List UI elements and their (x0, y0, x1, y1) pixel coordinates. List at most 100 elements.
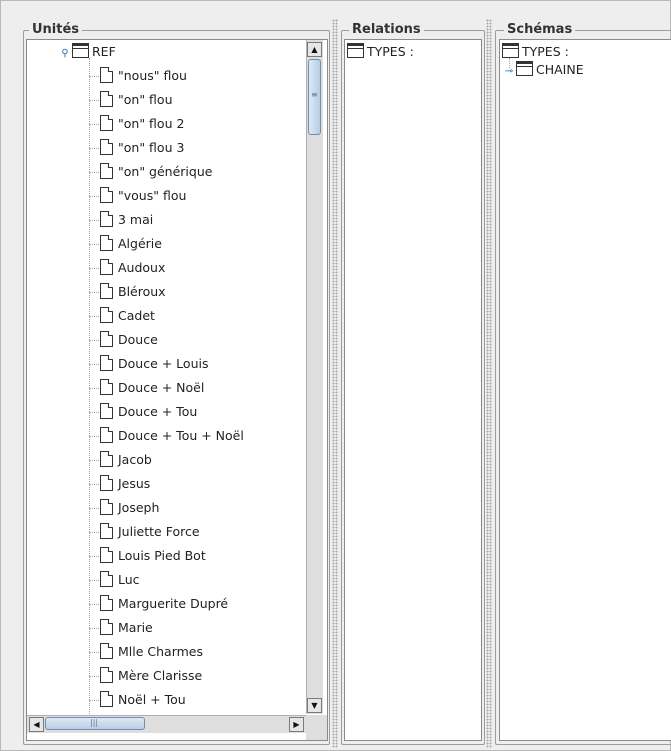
relations-root-label: TYPES : (367, 44, 414, 59)
tree-root-ref[interactable]: ⚲ REF (60, 42, 116, 62)
tree-line (89, 340, 99, 341)
relations-tree: TYPES : (345, 40, 481, 740)
tree-item[interactable]: Douce + Tou + Noël (100, 426, 244, 446)
schemas-tree: TYPES : ⊸ CHAINE (500, 40, 671, 740)
expanded-handle-icon[interactable]: ⚲ (60, 44, 70, 64)
tree-line (89, 604, 99, 605)
tree-item[interactable]: Cadet (100, 306, 155, 326)
relations-root[interactable]: TYPES : (347, 42, 414, 62)
tree-line (89, 124, 99, 125)
tree-item[interactable]: Jesus (100, 474, 150, 494)
tree-item-label: Audoux (118, 260, 166, 275)
schemas-panel: Schémas TYPES : ⊸ CHAINE (493, 1, 671, 750)
tree-item[interactable]: Algérie (100, 234, 162, 254)
tree-item-label: Algérie (118, 236, 162, 251)
document-icon (100, 475, 113, 491)
tree-item[interactable]: "on" flou 2 (100, 114, 184, 134)
tree-item-label: "on" flou 3 (118, 140, 185, 155)
units-horizontal-scrollbar[interactable]: ◀ ||| ▶ (27, 715, 306, 733)
scroll-left-button[interactable]: ◀ (29, 717, 44, 732)
tree-item-label: Douce (118, 332, 158, 347)
tree-item[interactable]: Mère Clarisse (100, 666, 202, 686)
schemas-root[interactable]: TYPES : (502, 42, 569, 62)
scroll-down-button[interactable]: ▼ (307, 698, 322, 713)
tree-line (89, 58, 90, 732)
tree-item-label: Mère Clarisse (118, 668, 203, 683)
document-icon (100, 187, 113, 203)
tree-item[interactable]: "on" flou (100, 90, 173, 110)
tree-item[interactable]: Douce + Louis (100, 354, 208, 374)
scroll-up-button[interactable]: ▲ (307, 42, 322, 57)
tree-item[interactable]: Louis Pied Bot (100, 546, 206, 566)
tree-item-label: "on" générique (118, 164, 213, 179)
tree-line (89, 148, 99, 149)
splitter-handle[interactable] (486, 19, 492, 748)
units-vertical-scrollbar[interactable]: ▲ ≡ ▼ (306, 40, 323, 714)
tree-item[interactable]: "on" flou 3 (100, 138, 184, 158)
document-icon (100, 451, 113, 467)
thumb-grip-icon: ≡ (311, 90, 318, 99)
tree-item[interactable]: Jacob (100, 450, 152, 470)
tree-item-label: Noël + Tou (118, 692, 186, 707)
tree-line (89, 412, 99, 413)
tree-item[interactable]: Douce + Noël (100, 378, 204, 398)
document-icon (100, 115, 113, 131)
schemas-tree-view[interactable]: TYPES : ⊸ CHAINE (499, 39, 671, 741)
tree-item[interactable]: "on" générique (100, 162, 212, 182)
tree-item-label: Mlle Charmes (118, 644, 204, 659)
units-panel-title: Unités (29, 22, 83, 37)
tree-line (89, 652, 99, 653)
document-icon (100, 235, 113, 251)
tree-item[interactable]: "nous" flou (100, 66, 187, 86)
document-icon (100, 427, 113, 443)
tree-line (89, 556, 99, 557)
tree-item[interactable]: Douce (100, 330, 158, 350)
tree-item[interactable]: Luc (100, 570, 140, 590)
tree-line (89, 268, 99, 269)
tree-line (89, 220, 99, 221)
tree-item[interactable]: Noël + Tou (100, 690, 186, 710)
document-icon (100, 331, 113, 347)
tree-line (89, 244, 99, 245)
folder-icon (516, 61, 533, 76)
units-tree: ⚲ REF "nous" flou "on" flou "on" flou 2 "on"… (27, 40, 327, 740)
scroll-right-button[interactable]: ▶ (289, 717, 304, 732)
tree-line (89, 628, 99, 629)
tree-item-label: "nous" flou (118, 68, 187, 83)
tree-item[interactable]: Audoux (100, 258, 165, 278)
tree-item[interactable]: Marguerite Dupré (100, 594, 228, 614)
tree-item-label: Douce + Tou (118, 404, 198, 419)
tree-item[interactable]: Marie (100, 618, 153, 638)
tree-item[interactable]: Juliette Force (100, 522, 200, 542)
vertical-scroll-thumb[interactable]: ≡ (308, 59, 321, 135)
schemas-panel-title: Schémas (504, 22, 576, 37)
tree-item[interactable]: 3 mai (100, 210, 153, 230)
tree-item[interactable]: Douce + Tou (100, 402, 197, 422)
collapsed-handle-icon[interactable]: ⊸ (504, 62, 514, 82)
document-icon (100, 283, 113, 299)
folder-icon (72, 43, 89, 58)
units-panel: Unités ⚲ REF "nous" flou "on" flou "on" flo… (1, 1, 338, 750)
relations-panel: Relations TYPES : (338, 1, 492, 750)
tree-item[interactable]: Joseph (100, 498, 159, 518)
document-icon (100, 307, 113, 323)
tree-line (89, 532, 99, 533)
document-icon (100, 355, 113, 371)
relations-tree-view[interactable]: TYPES : (344, 39, 482, 741)
tree-line (89, 292, 99, 293)
folder-icon (502, 43, 519, 58)
document-icon (100, 259, 113, 275)
schemas-child-chaine[interactable]: ⊸ CHAINE (504, 60, 584, 80)
document-icon (100, 379, 113, 395)
window: Unités ⚲ REF "nous" flou "on" flou "on" flo… (0, 0, 671, 751)
tree-item[interactable]: "vous" flou (100, 186, 186, 206)
document-icon (100, 91, 113, 107)
tree-line (89, 316, 99, 317)
units-tree-view[interactable]: ⚲ REF "nous" flou "on" flou "on" flou 2 "on"… (26, 39, 328, 741)
horizontal-scroll-thumb[interactable]: ||| (45, 717, 145, 730)
tree-item-label: "on" flou (118, 92, 173, 107)
tree-line (89, 460, 99, 461)
tree-item-label: "on" flou 2 (118, 116, 185, 131)
tree-item[interactable]: Bléroux (100, 282, 166, 302)
tree-item[interactable]: Mlle Charmes (100, 642, 203, 662)
